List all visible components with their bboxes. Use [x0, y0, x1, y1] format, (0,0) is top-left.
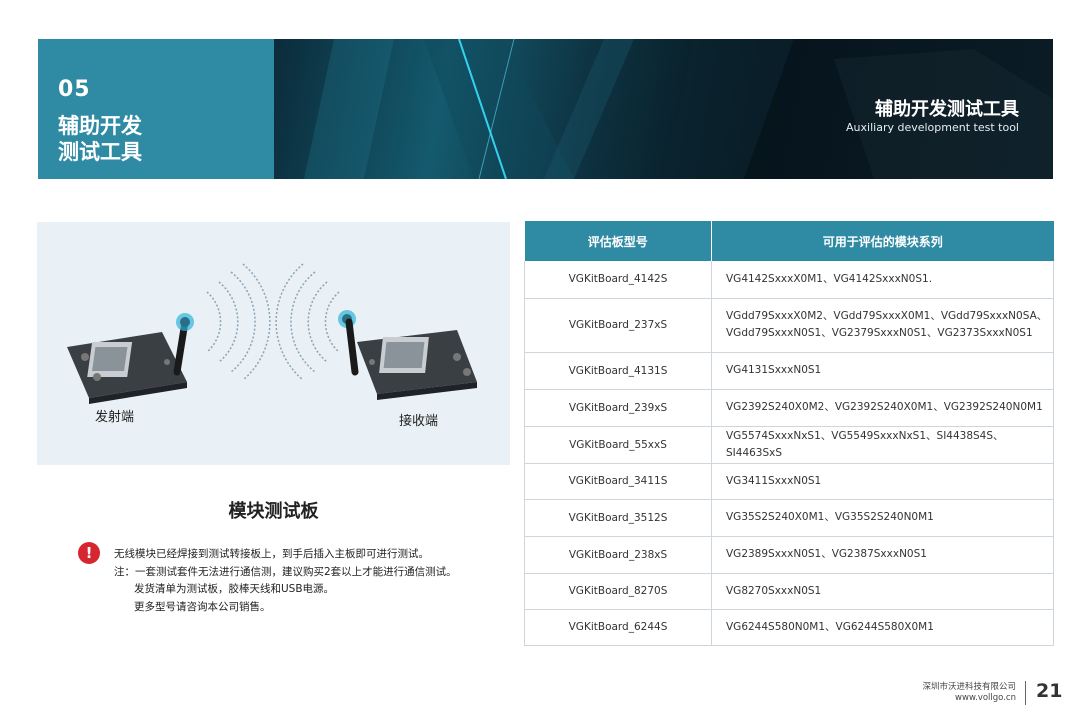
table-row: VGKitBoard_4142S VG4142SxxxX0M1、VG4142Sx…: [524, 261, 1054, 299]
note-line-3: 发货清单为测试板，胶棒天线和USB电源。: [134, 583, 335, 595]
module-series-cell: VG3411SxxxN0S1: [711, 463, 1054, 500]
module-test-board-title: 模块测试板: [228, 501, 319, 522]
exclamation-circle-icon: !: [78, 542, 100, 564]
board-model-cell: VGKitBoard_238xS: [524, 536, 712, 574]
header-module-series: 可用于评估的模块系列: [711, 221, 1054, 261]
board-model-cell: VGKitBoard_6244S: [524, 609, 712, 646]
board-model-cell: VGKitBoard_3512S: [524, 499, 712, 537]
footer-website: www.vollgo.cn: [955, 693, 1016, 703]
module-line: VGdd79SxxxX0M2、VGdd79SxxxX0M1、VGdd79Sxxx…: [726, 310, 1048, 322]
board-model-cell: VGKitBoard_55xxS: [524, 426, 712, 464]
module-series-cell: VG6244S580N0M1、VG6244S580X0M1: [711, 609, 1054, 646]
table-row: VGKitBoard_239xS VG2392S240X0M2、VG2392S2…: [524, 389, 1054, 427]
section-title-cn: 辅助开发 测试工具: [58, 113, 142, 165]
module-series-cell: VG2389SxxxN0S1、VG2387SxxxN0S1: [711, 536, 1054, 574]
section-banner: 05 辅助开发 测试工具 辅助开发测试工具 Auxiliary developm…: [38, 39, 1053, 179]
footer-divider: [1025, 681, 1026, 705]
module-series-cell: VG2392S240X0M2、VG2392S240X0M1、VG2392S240…: [711, 389, 1054, 427]
section-title-line2: 测试工具: [58, 140, 142, 164]
evaluation-board-table: 评估板型号 可用于评估的模块系列 VGKitBoard_4142S VG4142…: [524, 221, 1054, 646]
module-series-cell: VG35S2S240X0M1、VG35S2S240N0M1: [711, 499, 1054, 537]
module-series-cell: VGdd79SxxxX0M2、VGdd79SxxxX0M1、VGdd79Sxxx…: [711, 298, 1054, 353]
board-model-cell: VGKitBoard_3411S: [524, 463, 712, 500]
module-series-cell: VG5574SxxxNxS1、VG5549SxxxNxS1、SI4438S4S、…: [711, 426, 1054, 464]
module-series-cell: VG4131SxxxN0S1: [711, 352, 1054, 390]
module-line: VG4131SxxxN0S1: [726, 364, 822, 376]
section-number: 05: [58, 77, 91, 102]
banner-title-en: Auxiliary development test tool: [846, 121, 1019, 134]
table-row: VGKitBoard_238xS VG2389SxxxN0S1、VG2387Sx…: [524, 536, 1054, 574]
module-line: VG35S2S240X0M1、VG35S2S240N0M1: [726, 511, 934, 523]
receiver-label: 接收端: [399, 414, 439, 429]
table-row: VGKitBoard_6244S VG6244S580N0M1、VG6244S5…: [524, 609, 1054, 646]
table-row: VGKitBoard_3411S VG3411SxxxN0S1: [524, 463, 1054, 500]
module-series-cell: VG8270SxxxN0S1: [711, 573, 1054, 610]
module-line: VG6244S580N0M1、VG6244S580X0M1: [726, 620, 934, 633]
board-model-cell: VGKitBoard_4142S: [524, 261, 712, 299]
module-line: VG2389SxxxN0S1、VG2387SxxxN0S1: [726, 548, 927, 560]
board-model-cell: VGKitBoard_239xS: [524, 389, 712, 427]
table-row: VGKitBoard_55xxS VG5574SxxxNxS1、VG5549Sx…: [524, 426, 1054, 464]
page-number: 21: [1036, 680, 1063, 702]
transmitter-signal-icon: [176, 263, 271, 381]
footer-company-info: 深圳市沃进科技有限公司 www.vollgo.cn: [922, 682, 1016, 704]
test-board-image-panel: 发射端 接收端: [37, 222, 510, 465]
section-title-line1: 辅助开发: [58, 114, 142, 138]
table-row: VGKitBoard_4131S VG4131SxxxN0S1: [524, 352, 1054, 390]
transmitter-board: [67, 318, 189, 404]
note-lines: 无线模块已经焊接到测试转接板上，到手后插入主板即可进行测试。 注：一套测试套件无…: [114, 546, 457, 616]
receiver-board: [345, 318, 477, 400]
transmitter-label: 发射端: [95, 410, 135, 425]
banner-image: 辅助开发测试工具 Auxiliary development test tool: [274, 39, 1053, 179]
note-line-2: 注：一套测试套件无法进行通信测，建议购买2套以上才能进行通信测试。: [114, 565, 457, 578]
board-model-cell: VGKitBoard_237xS: [524, 298, 712, 353]
note-line-4: 更多型号请咨询本公司销售。: [134, 600, 271, 613]
note-line-1: 无线模块已经焊接到测试转接板上，到手后插入主板即可进行测试。: [114, 548, 429, 560]
table-row: VGKitBoard_8270S VG8270SxxxN0S1: [524, 573, 1054, 610]
module-line: VG4142SxxxX0M1、VG4142SxxxN0S1.: [726, 272, 933, 285]
banner-title-cn: 辅助开发测试工具: [875, 99, 1019, 120]
receiver-signal-icon: [275, 263, 356, 381]
module-line: VG5574SxxxNxS1、VG5549SxxxNxS1、SI4438S4S、…: [726, 429, 1004, 459]
module-line: VG8270SxxxN0S1: [726, 584, 822, 597]
module-line: VG2392S240X0M2、VG2392S240X0M1、VG2392S240…: [726, 401, 1043, 413]
banner-left-block: 05 辅助开发 测试工具: [38, 39, 274, 179]
module-series-cell: VG4142SxxxX0M1、VG4142SxxxN0S1.: [711, 261, 1054, 299]
footer-company-name: 深圳市沃进科技有限公司: [922, 682, 1016, 692]
test-board-illustration: [67, 263, 477, 404]
table-header-row: 评估板型号 可用于评估的模块系列: [524, 221, 1054, 261]
board-model-cell: VGKitBoard_8270S: [524, 573, 712, 610]
table-row: VGKitBoard_237xS VGdd79SxxxX0M2、VGdd79Sx…: [524, 298, 1054, 353]
header-board-model: 评估板型号: [524, 221, 712, 261]
module-line: VG3411SxxxN0S1: [726, 474, 822, 487]
board-model-cell: VGKitBoard_4131S: [524, 352, 712, 390]
table-row: VGKitBoard_3512S VG35S2S240X0M1、VG35S2S2…: [524, 499, 1054, 537]
module-line: VGdd79SxxxN0S1、VG2379SxxxN0S1、VG2373Sxxx…: [726, 327, 1033, 339]
